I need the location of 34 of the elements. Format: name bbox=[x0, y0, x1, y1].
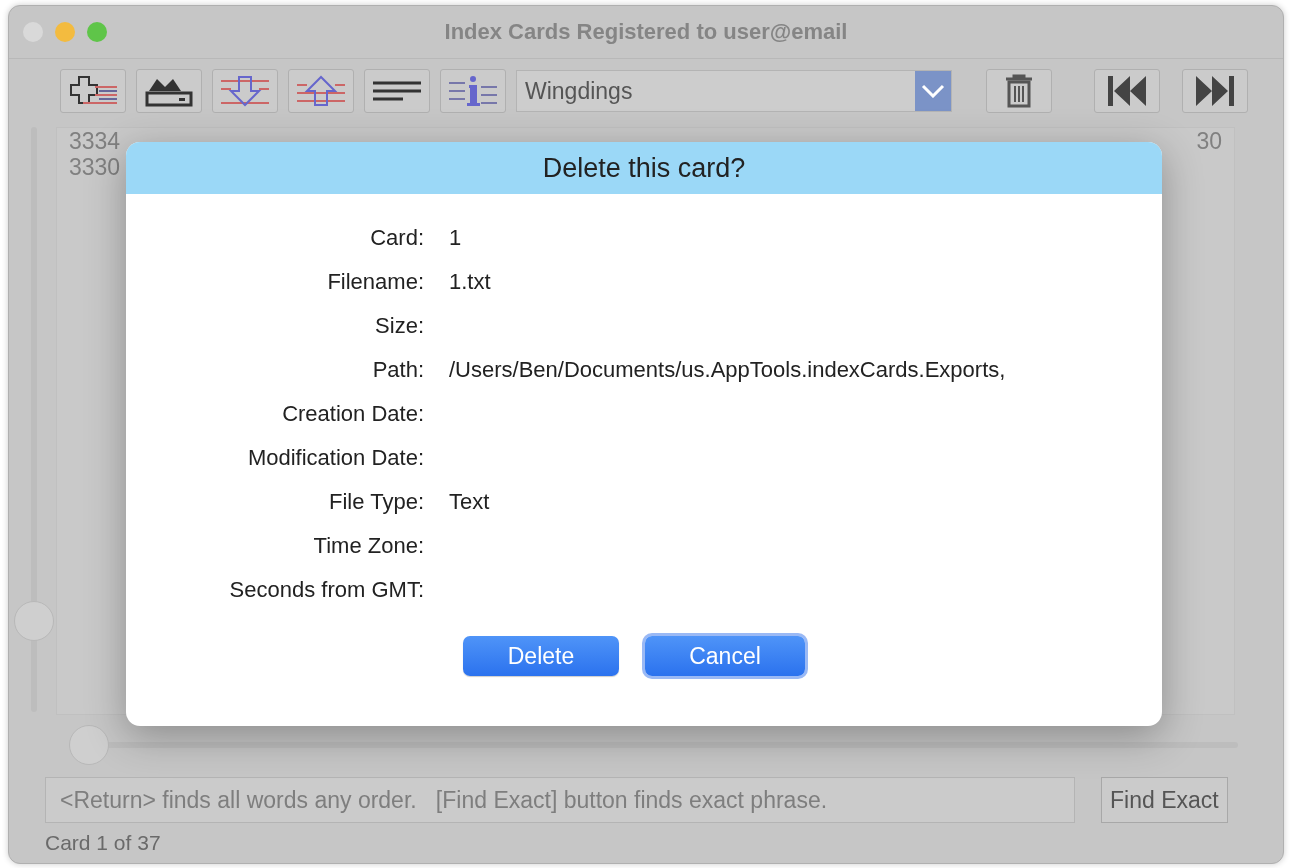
chevron-down-icon bbox=[921, 84, 945, 98]
field-value: /Users/Ben/Documents/us.AppTools.indexCards.Exports, bbox=[449, 356, 1007, 384]
field-label: Size: bbox=[374, 312, 424, 340]
field-label: File Type: bbox=[328, 488, 424, 516]
card-text: 3330 bbox=[69, 154, 121, 180]
font-select[interactable]: Wingdings bbox=[516, 70, 952, 112]
card-text: 30 bbox=[1196, 128, 1222, 154]
trash-icon bbox=[1004, 74, 1034, 108]
find-exact-button[interactable]: Find Exact bbox=[1101, 777, 1228, 823]
horizontal-slider[interactable] bbox=[69, 725, 1238, 765]
field-label: Path: bbox=[371, 356, 424, 384]
slider-thumb[interactable] bbox=[69, 725, 109, 765]
delete-button[interactable]: Delete bbox=[463, 636, 619, 676]
cancel-button[interactable]: Cancel bbox=[645, 636, 805, 676]
field-value: Text bbox=[449, 488, 491, 516]
field-value: 1 bbox=[449, 224, 463, 252]
status-text: Card 1 of 37 bbox=[44, 830, 162, 856]
window-title: Index Cards Registered to user@email bbox=[444, 19, 848, 44]
field-label: Seconds from GMT: bbox=[228, 576, 424, 604]
toolbar-button[interactable] bbox=[60, 69, 126, 113]
field-label: Card: bbox=[369, 224, 424, 252]
field-label: Time Zone: bbox=[312, 532, 424, 560]
dialog-title: Delete this card? bbox=[126, 142, 1162, 194]
last-card-button[interactable] bbox=[1182, 69, 1248, 113]
field-label: Modification Date: bbox=[246, 444, 424, 472]
field-value: 1.txt bbox=[449, 268, 492, 296]
card-text: 3334 bbox=[69, 128, 121, 154]
delete-button[interactable] bbox=[986, 69, 1052, 113]
field-label: Creation Date: bbox=[281, 400, 424, 428]
toolbar-button[interactable] bbox=[136, 69, 202, 113]
toolbar-button[interactable] bbox=[364, 69, 430, 113]
field-label: Filename: bbox=[326, 268, 424, 296]
search-field[interactable]: <Return> finds all words any order. [Find Exact] button finds exact phrase. bbox=[45, 777, 1075, 823]
first-card-button[interactable] bbox=[1094, 69, 1160, 113]
